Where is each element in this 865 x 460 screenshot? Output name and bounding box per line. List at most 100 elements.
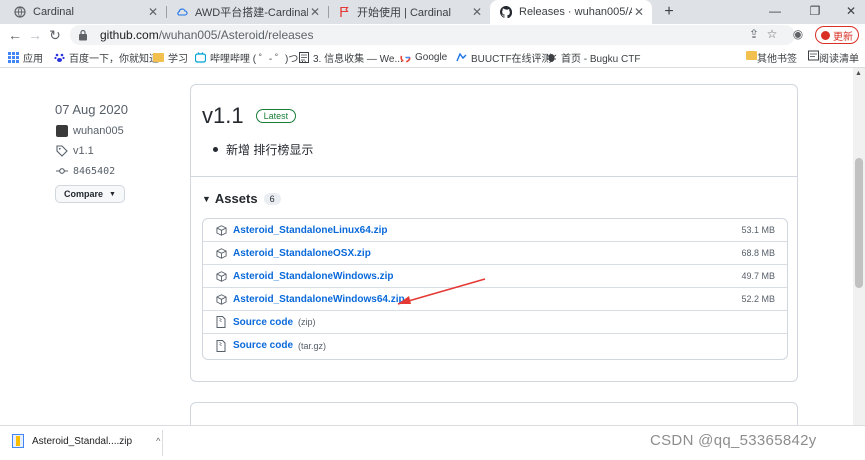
browser-toolbar: ← → ↻ github.com/wuhan005/Asteroid/relea… bbox=[0, 24, 865, 46]
close-icon[interactable]: ✕ bbox=[146, 5, 160, 19]
asset-format: (tar.gz) bbox=[298, 340, 327, 351]
release-notes: 新增 排行榜显示 bbox=[213, 141, 313, 158]
bookmark-baidu[interactable]: 百度一下，你就知道 bbox=[54, 49, 159, 65]
forward-button[interactable]: → bbox=[26, 26, 44, 44]
tab-releases[interactable]: Releases · wuhan005/Asteroid ✕ bbox=[490, 0, 652, 24]
next-release-card bbox=[190, 402, 798, 425]
folder-icon bbox=[746, 51, 757, 63]
asset-size: 68.8 MB bbox=[741, 248, 775, 258]
download-filename: Asteroid_Standal....zip bbox=[32, 435, 133, 447]
asset-link[interactable]: Source code bbox=[233, 317, 293, 328]
package-icon bbox=[215, 270, 227, 282]
release-tag[interactable]: v1.1 bbox=[55, 145, 175, 157]
chevron-up-icon[interactable]: ^ bbox=[156, 436, 160, 446]
bilibili-icon bbox=[195, 51, 206, 63]
tab-strip: Cardinal ✕ AWD平台搭建-Cardinal - 云+社 ✕ 开始使用… bbox=[0, 0, 865, 24]
asset-list: Asteroid_StandaloneLinux64.zip 53.1 MB A… bbox=[202, 218, 788, 360]
asset-size: 49.7 MB bbox=[741, 271, 775, 281]
bookmark-label: Google bbox=[415, 51, 448, 63]
release-date: 07 Aug 2020 bbox=[55, 102, 129, 117]
tab-getting-started[interactable]: 开始使用 | Cardinal ✕ bbox=[328, 0, 490, 24]
share-icon[interactable]: ⇪ bbox=[746, 26, 762, 42]
asset-row[interactable]: Source code (tar.gz) bbox=[203, 334, 787, 357]
flag-icon bbox=[338, 6, 350, 18]
google-icon bbox=[400, 51, 411, 63]
package-icon bbox=[215, 224, 227, 236]
commit-sha: 8465402 bbox=[73, 165, 116, 177]
restore-button[interactable]: ❐ bbox=[800, 0, 830, 24]
close-icon[interactable]: ✕ bbox=[470, 5, 484, 19]
bookmark-google[interactable]: Google bbox=[400, 49, 447, 65]
buuctf-icon bbox=[456, 52, 467, 63]
close-icon[interactable]: ✕ bbox=[632, 5, 646, 19]
update-button[interactable]: 更新 bbox=[815, 26, 859, 44]
download-item[interactable]: Asteroid_Standal....zip ^ bbox=[12, 434, 160, 448]
minimize-button[interactable]: — bbox=[760, 0, 790, 24]
bugku-icon bbox=[546, 52, 557, 63]
release-author[interactable]: wuhan005 bbox=[55, 125, 175, 137]
tag-name: v1.1 bbox=[73, 145, 94, 157]
bookmark-label: 首页 - Bugku CTF bbox=[561, 53, 641, 65]
asset-row[interactable]: Source code (zip) bbox=[203, 311, 787, 334]
scroll-thumb[interactable] bbox=[855, 158, 863, 288]
tab-cardinal[interactable]: Cardinal ✕ bbox=[4, 0, 166, 24]
cloud-icon bbox=[176, 6, 188, 18]
compare-label: Compare bbox=[64, 189, 104, 199]
scroll-up-icon[interactable]: ▲ bbox=[855, 70, 862, 77]
tab-awd[interactable]: AWD平台搭建-Cardinal - 云+社 ✕ bbox=[166, 0, 328, 24]
tab-title: 开始使用 | Cardinal bbox=[357, 7, 451, 19]
asset-link[interactable]: Source code bbox=[233, 340, 293, 351]
bookmark-apps[interactable]: 应用 bbox=[8, 49, 43, 65]
tab-title: AWD平台搭建-Cardinal - 云+社 bbox=[195, 7, 308, 19]
page-content: 07 Aug 2020 wuhan005 v1.1 8465402 Compar… bbox=[0, 68, 865, 425]
divider bbox=[162, 430, 163, 456]
compare-button[interactable]: Compare ▼ bbox=[55, 185, 125, 203]
bookmark-info-gathering[interactable]: 3. 信息收集 — We... bbox=[298, 49, 403, 65]
bookmark-study-folder[interactable]: 学习 bbox=[153, 49, 188, 65]
file-zip-icon bbox=[215, 316, 227, 328]
bookmark-bilibili[interactable]: 哔哩哔哩 ( ゜- ゜)つ... bbox=[195, 49, 307, 65]
vertical-scrollbar[interactable]: ▲ bbox=[853, 68, 865, 425]
author-name: wuhan005 bbox=[73, 125, 124, 137]
zip-file-icon bbox=[12, 434, 24, 448]
star-icon[interactable]: ☆ bbox=[764, 26, 780, 42]
asset-row[interactable]: Asteroid_StandaloneWindows64.zip 52.2 MB bbox=[203, 288, 787, 311]
asset-format: (zip) bbox=[298, 317, 316, 327]
release-note-item: 新增 排行榜显示 bbox=[213, 141, 313, 158]
reading-list[interactable]: 阅读清单 bbox=[808, 49, 859, 65]
asset-link[interactable]: Asteroid_StandaloneLinux64.zip bbox=[233, 225, 387, 236]
assets-toggle[interactable]: ▼ Assets 6 bbox=[202, 191, 281, 206]
bookmark-other-folder[interactable]: 其他书签 bbox=[746, 49, 797, 65]
release-title[interactable]: v1.1 bbox=[202, 103, 244, 129]
asset-row[interactable]: Asteroid_StandaloneWindows.zip 49.7 MB bbox=[203, 265, 787, 288]
reload-button[interactable]: ↻ bbox=[46, 26, 64, 44]
tag-icon bbox=[55, 145, 69, 157]
assets-label: Assets bbox=[214, 191, 258, 206]
asset-size: 53.1 MB bbox=[741, 225, 775, 235]
close-icon[interactable]: ✕ bbox=[308, 5, 322, 19]
lock-icon bbox=[78, 29, 92, 41]
bookmark-bugku[interactable]: 首页 - Bugku CTF bbox=[546, 49, 640, 65]
asset-link[interactable]: Asteroid_StandaloneOSX.zip bbox=[233, 248, 371, 259]
close-window-button[interactable]: ✕ bbox=[836, 0, 865, 24]
address-bar[interactable]: github.com/wuhan005/Asteroid/releases bbox=[70, 25, 795, 45]
asset-link[interactable]: Asteroid_StandaloneWindows.zip bbox=[233, 271, 393, 282]
bookmark-label: 应用 bbox=[23, 53, 43, 65]
bookmark-buuctf[interactable]: BUUCTF在线评测 bbox=[456, 49, 552, 65]
latest-badge: Latest bbox=[255, 109, 297, 123]
new-tab-button[interactable]: + bbox=[660, 2, 678, 22]
globe-icon bbox=[14, 6, 26, 18]
bookmark-label: 学习 bbox=[168, 53, 188, 65]
back-button[interactable]: ← bbox=[6, 26, 24, 44]
release-header: v1.1 Latest bbox=[202, 103, 297, 129]
reading-list-icon bbox=[808, 50, 819, 64]
avatar bbox=[55, 125, 69, 137]
commit-icon bbox=[55, 165, 69, 177]
doc-icon bbox=[298, 51, 309, 63]
bookmark-label: 其他书签 bbox=[757, 53, 797, 65]
asset-link[interactable]: Asteroid_StandaloneWindows64.zip bbox=[233, 294, 405, 305]
asset-row[interactable]: Asteroid_StandaloneOSX.zip 68.8 MB bbox=[203, 242, 787, 265]
profile-icon[interactable]: ◉ bbox=[790, 26, 806, 42]
release-commit[interactable]: 8465402 bbox=[55, 165, 175, 177]
asset-row[interactable]: Asteroid_StandaloneLinux64.zip 53.1 MB bbox=[203, 219, 787, 242]
